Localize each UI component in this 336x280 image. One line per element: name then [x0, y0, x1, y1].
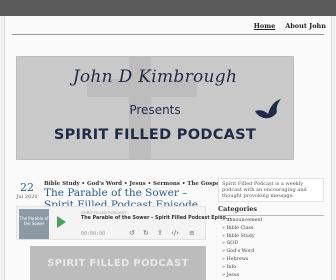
nav-home-link[interactable]: Home: [254, 22, 276, 30]
category-item[interactable]: Info: [222, 264, 263, 272]
sidebar-categories-heading: Categories: [218, 205, 324, 216]
player-episode-name: The Parable of the Sower – Spirit Filled…: [81, 216, 232, 221]
category-item[interactable]: Bible Study: [222, 233, 263, 241]
nav-about-link[interactable]: About John: [285, 22, 326, 30]
episode-thumbnail[interactable]: SPIRIT FILLED PODCAST: [30, 246, 206, 280]
player-podcast-name: SPIRIT FILLED PODCAST: [81, 210, 127, 215]
nav-divider: [12, 34, 324, 35]
player-time: 00:00:00: [81, 231, 106, 237]
banner-presents: Presents: [129, 103, 181, 117]
play-button[interactable]: [57, 216, 66, 228]
sidebar-about: Spirit Filled Podcast is a weekly podcas…: [218, 178, 324, 202]
share-icon[interactable]: ⇪: [157, 229, 163, 237]
post-date: 22 Jul 2020: [16, 181, 38, 200]
dove-icon: [255, 99, 281, 119]
category-item[interactable]: Hebrews: [222, 256, 263, 264]
embed-icon[interactable]: ‹/›: [171, 229, 179, 237]
top-bar: [0, 0, 336, 16]
header-banner[interactable]: John D Kimbrough Presents SPIRIT FILLED …: [16, 56, 294, 160]
category-item[interactable]: Jesus: [222, 272, 263, 280]
sidebar-category-list: announcement Bible Class Bible Study GOD…: [222, 217, 263, 280]
category-item[interactable]: God's Word: [222, 248, 263, 256]
post-date-day: 22: [20, 181, 34, 194]
banner-author-name: John D Kimbrough: [72, 67, 238, 87]
banner-podcast-title: SPIRIT FILLED PODCAST: [53, 127, 257, 143]
category-item[interactable]: announcement: [222, 217, 262, 225]
thumbnail-text: SPIRIT FILLED PODCAST: [47, 258, 189, 269]
subscribe-icon[interactable]: ≡: [189, 229, 195, 237]
main-nav: Home About John: [254, 22, 326, 30]
episode-artwork: The Parable of the Sower: [19, 209, 49, 239]
podcast-player: The Parable of the Sower SPIRIT FILLED P…: [16, 206, 231, 240]
category-item[interactable]: GOD: [222, 240, 263, 248]
forward-icon[interactable]: ↻: [143, 229, 149, 237]
rewind-icon[interactable]: ↺: [129, 229, 135, 237]
post-date-month: Jul 2020: [16, 194, 38, 200]
category-item[interactable]: Bible Class: [222, 225, 263, 233]
